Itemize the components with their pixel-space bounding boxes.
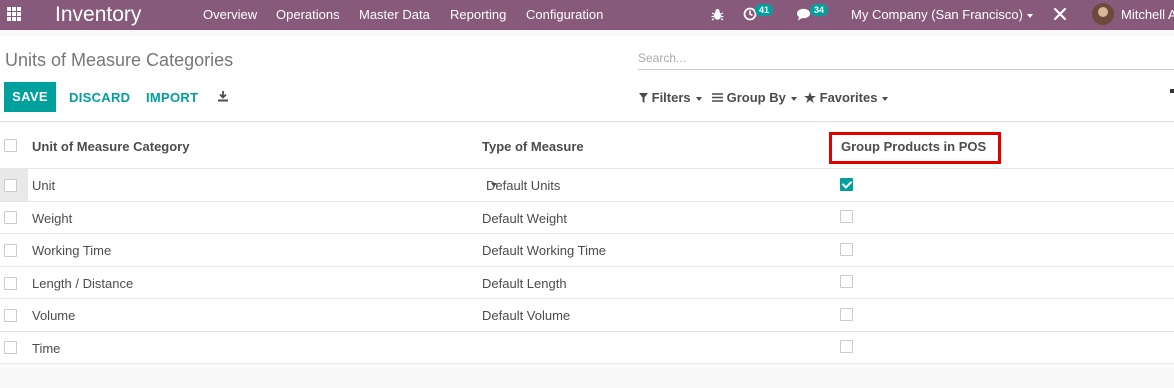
favorites-label: Favorites <box>819 90 878 105</box>
apps-menu-icon[interactable] <box>7 7 21 21</box>
category-cell[interactable]: Weight <box>32 211 72 226</box>
save-button[interactable]: SAVE <box>4 82 56 112</box>
annotation-highlight-box <box>829 132 1001 164</box>
category-cell[interactable]: Unit <box>32 178 55 193</box>
page-title: Units of Measure Categories <box>5 50 234 70</box>
list-icon <box>712 93 723 102</box>
filter-icon <box>639 93 648 103</box>
menu-overview[interactable]: Overview <box>203 7 257 22</box>
company-switcher[interactable]: My Company (San Francisco) <box>851 7 1033 22</box>
group-pos-checkbox[interactable] <box>840 178 853 191</box>
import-button[interactable]: IMPORT <box>146 90 198 105</box>
group-pos-checkbox[interactable] <box>840 340 853 353</box>
activity-count-badge: 41 <box>755 4 774 16</box>
column-header-category[interactable]: Unit of Measure Category <box>32 139 189 154</box>
favorites-dropdown[interactable]: Favorites <box>804 90 889 105</box>
menu-reporting[interactable]: Reporting <box>450 7 506 22</box>
row-checkbox[interactable] <box>4 244 17 257</box>
table-row[interactable]: Working Time Default Working Time <box>0 234 1174 267</box>
group-pos-checkbox[interactable] <box>840 210 853 223</box>
group-pos-checkbox[interactable] <box>840 308 853 321</box>
app-name[interactable]: Inventory <box>55 2 141 27</box>
row-checkbox[interactable] <box>4 179 17 192</box>
company-name: My Company (San Francisco) <box>851 7 1023 22</box>
download-icon[interactable] <box>217 90 229 102</box>
tools-icon[interactable] <box>1053 7 1067 21</box>
chevron-down-icon <box>882 96 889 101</box>
category-cell[interactable]: Volume <box>32 308 75 323</box>
star-icon <box>804 92 816 103</box>
select-all-checkbox[interactable] <box>4 139 17 152</box>
row-checkbox[interactable] <box>4 277 17 290</box>
row-checkbox[interactable] <box>4 211 17 224</box>
category-cell[interactable]: Length / Distance <box>32 276 133 291</box>
row-checkbox[interactable] <box>4 341 17 354</box>
menu-operations[interactable]: Operations <box>276 7 340 22</box>
messages-icon[interactable] <box>796 8 811 21</box>
measure-type-cell[interactable]: Default Weight <box>482 211 567 226</box>
chevron-down-icon <box>1026 13 1033 18</box>
measure-type-cell[interactable]: Default Length <box>482 276 567 291</box>
chevron-down-icon <box>695 96 702 101</box>
control-panel: Units of Measure Categories SAVE DISCARD… <box>0 36 1174 122</box>
menu-configuration[interactable]: Configuration <box>526 7 603 22</box>
group-by-label: Group By <box>726 90 786 105</box>
table-row[interactable]: Time <box>0 332 1174 364</box>
table-row[interactable]: Length / Distance Default Length <box>0 267 1174 299</box>
top-navbar: Inventory Overview Operations Master Dat… <box>0 0 1174 30</box>
measure-type-cell[interactable]: Default Volume <box>482 308 570 323</box>
search-input[interactable] <box>638 48 1174 68</box>
table-row[interactable]: Unit Default Units <box>0 169 1174 202</box>
group-pos-checkbox[interactable] <box>840 275 853 288</box>
column-header-measure-type[interactable]: Type of Measure <box>482 139 584 154</box>
measure-type-select[interactable]: Default Units <box>482 176 834 194</box>
row-checkbox[interactable] <box>4 309 17 322</box>
table-row[interactable]: Weight Default Weight <box>0 202 1174 234</box>
group-by-dropdown[interactable]: Group By <box>712 90 797 105</box>
menu-master-data[interactable]: Master Data <box>359 7 430 22</box>
category-cell[interactable]: Time <box>32 341 60 356</box>
avatar[interactable] <box>1092 3 1114 25</box>
message-count-badge: 34 <box>810 4 829 16</box>
chevron-down-icon <box>491 183 497 187</box>
search-bar <box>638 48 1174 70</box>
scroll-indicator <box>1170 89 1174 93</box>
filters-label: Filters <box>651 90 691 105</box>
measure-type-cell[interactable]: Default Working Time <box>482 243 606 258</box>
chevron-down-icon <box>790 96 797 101</box>
table-row[interactable]: Volume Default Volume <box>0 299 1174 332</box>
filters-dropdown[interactable]: Filters <box>639 90 702 105</box>
category-cell[interactable]: Working Time <box>32 243 111 258</box>
discard-button[interactable]: DISCARD <box>69 90 130 105</box>
user-name[interactable]: Mitchell A <box>1121 7 1174 22</box>
bug-icon[interactable] <box>711 8 724 21</box>
measure-type-value: Default Units <box>486 178 561 193</box>
group-pos-checkbox[interactable] <box>840 243 853 256</box>
